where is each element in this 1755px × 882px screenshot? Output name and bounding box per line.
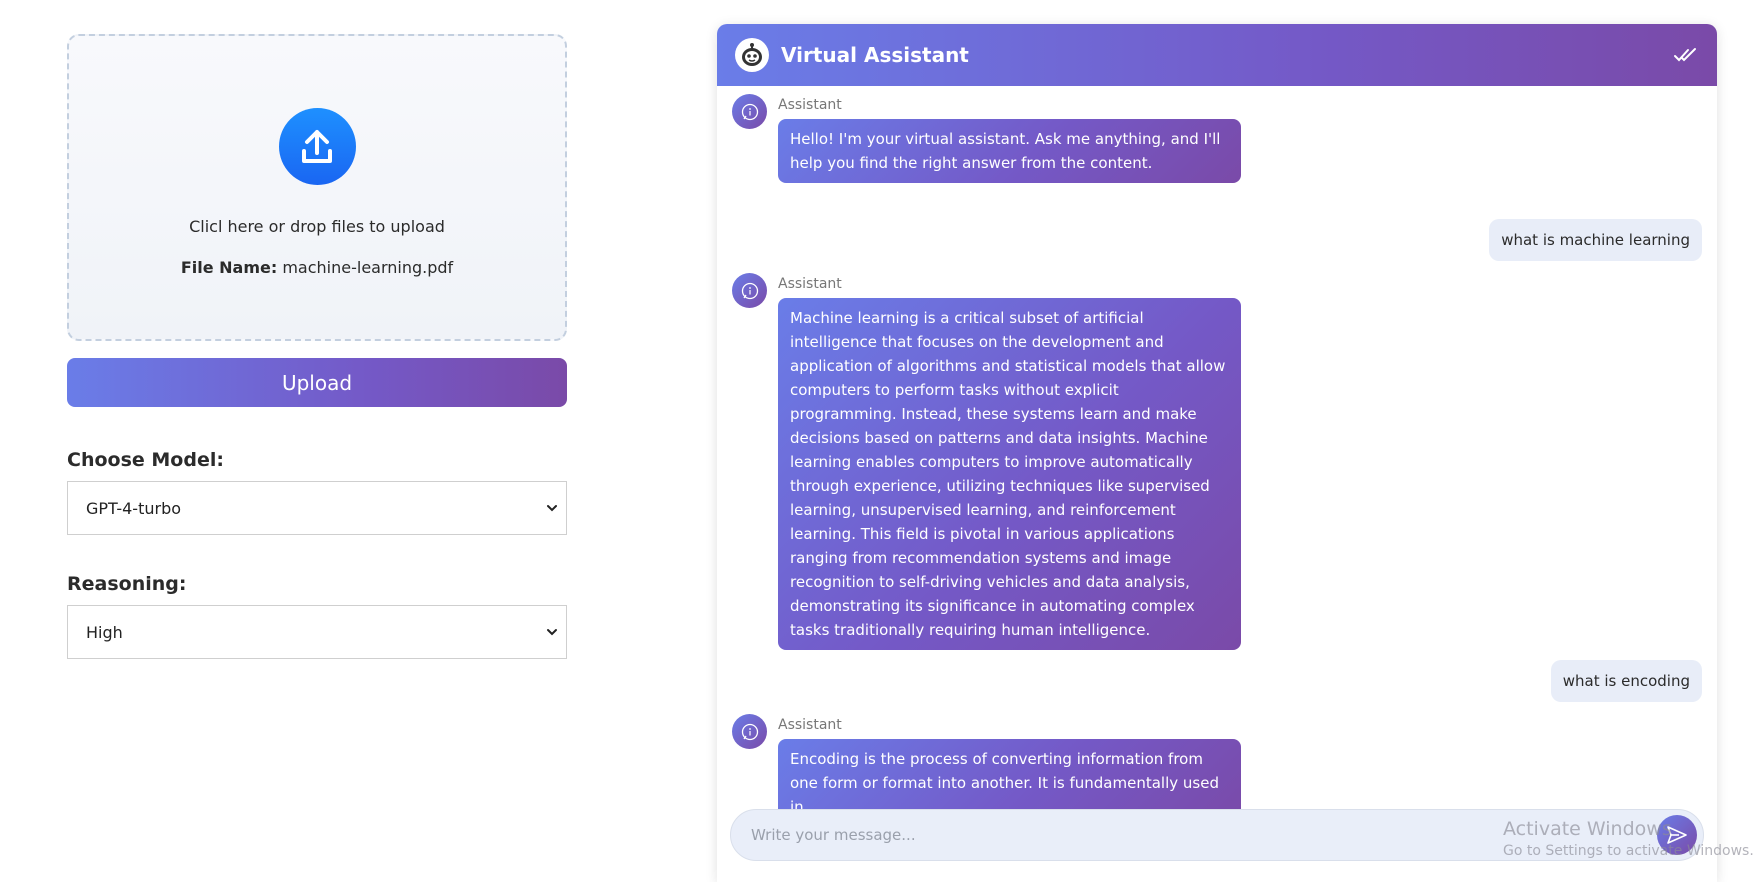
sender-name: Assistant: [778, 717, 842, 733]
message-input[interactable]: [751, 826, 1657, 844]
chat-header: Virtual Assistant: [717, 24, 1717, 86]
double-check-icon[interactable]: [1673, 46, 1699, 64]
file-dropzone[interactable]: Clicl here or drop files to upload File …: [67, 34, 567, 341]
chat-bubble-icon: [732, 273, 767, 308]
upload-panel: Clicl here or drop files to upload File …: [67, 34, 567, 659]
send-icon: [1667, 826, 1687, 844]
chat-bubble-icon: [732, 94, 767, 129]
user-bubble: what is encoding: [1550, 660, 1702, 702]
reasoning-select[interactable]: High: [67, 605, 567, 659]
model-select-value: GPT-4-turbo: [86, 498, 182, 518]
upload-button[interactable]: Upload: [67, 358, 567, 407]
assistant-message: Assistant Machine learning is a critical…: [732, 273, 1241, 650]
message-list[interactable]: Assistant Hello! I'm your virtual assist…: [717, 86, 1717, 821]
file-name-line: File Name: machine-learning.pdf: [181, 258, 453, 277]
chevron-down-icon: [547, 505, 557, 512]
chat-window: Virtual Assistant Assistant Hello! I'm y…: [717, 24, 1717, 882]
user-bubble: what is machine learning: [1489, 219, 1702, 261]
send-button[interactable]: [1657, 815, 1697, 855]
assistant-bubble: Hello! I'm your virtual assistant. Ask m…: [778, 119, 1241, 183]
drop-instructions: Clicl here or drop files to upload: [189, 217, 445, 236]
assistant-message: Assistant Hello! I'm your virtual assist…: [732, 94, 1241, 183]
file-name-label: File Name:: [180, 258, 278, 277]
robot-icon: [735, 38, 769, 72]
choose-model-label: Choose Model:: [67, 449, 224, 471]
sender-name: Assistant: [778, 276, 842, 292]
file-name-value: machine-learning.pdf: [282, 258, 454, 277]
chat-bubble-icon: [732, 714, 767, 749]
reasoning-select-value: High: [86, 622, 123, 642]
chevron-down-icon: [547, 629, 557, 636]
sender-name: Assistant: [778, 97, 842, 113]
message-composer: [730, 809, 1704, 861]
reasoning-label: Reasoning:: [67, 573, 187, 595]
upload-icon[interactable]: [278, 108, 356, 185]
model-select[interactable]: GPT-4-turbo: [67, 481, 567, 535]
chat-title: Virtual Assistant: [781, 43, 969, 67]
assistant-message: Assistant Encoding is the process of con…: [732, 714, 1241, 821]
assistant-bubble: Machine learning is a critical subset of…: [778, 298, 1241, 650]
